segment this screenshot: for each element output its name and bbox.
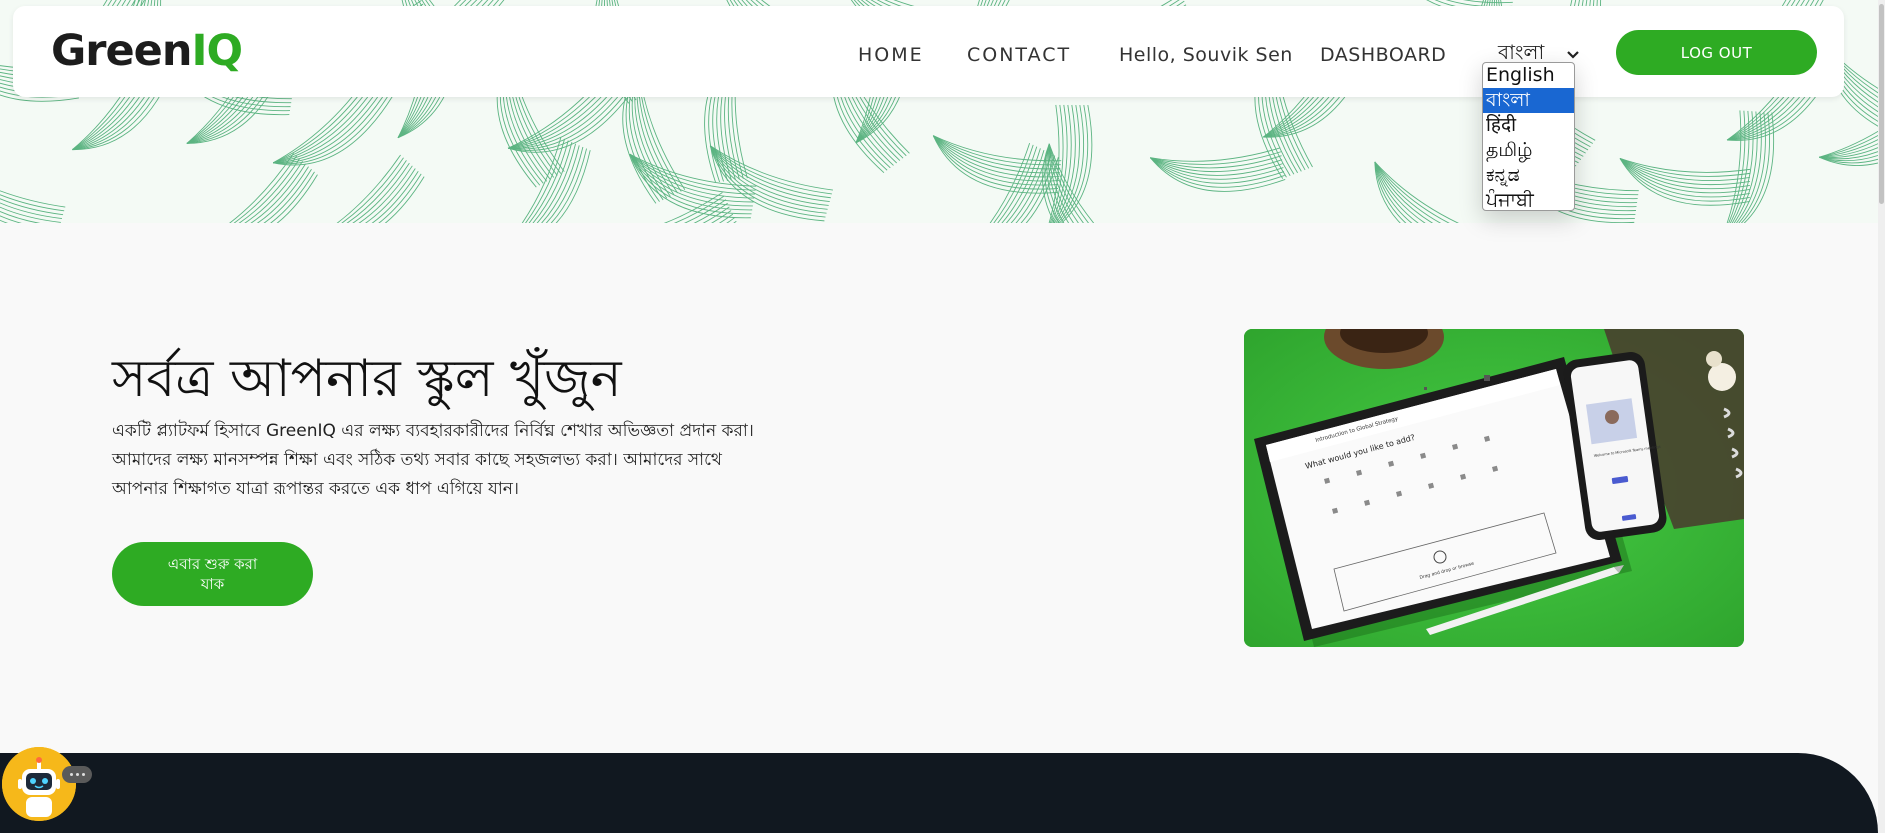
- nav-contact-link[interactable]: CONTACT: [967, 44, 1071, 66]
- logo[interactable]: GreenIQ: [51, 26, 243, 76]
- tablet-illustration: Introduction to Global Strategy What wou…: [1244, 329, 1744, 647]
- chatbot-button[interactable]: [2, 747, 76, 821]
- logo-main: Green: [51, 26, 192, 76]
- more-icon[interactable]: [62, 766, 92, 783]
- language-option-english[interactable]: English: [1483, 63, 1574, 88]
- chevron-down-icon: [1567, 45, 1579, 64]
- footer: [0, 753, 1878, 833]
- nav-dashboard-link[interactable]: DASHBOARD: [1320, 44, 1446, 66]
- hero-title: সর্বত্র আপনার স্কুল খুঁজুন: [112, 349, 622, 409]
- get-started-button[interactable]: এবার শুরু করা যাক: [112, 542, 313, 606]
- scrollbar-thumb[interactable]: [1879, 4, 1884, 204]
- logout-button[interactable]: LOG OUT: [1616, 30, 1817, 75]
- language-option-punjabi[interactable]: ਪੰਜਾਬੀ: [1483, 188, 1574, 213]
- language-option-kannada[interactable]: ಕನ್ನಡ: [1483, 163, 1574, 188]
- hero-description: একটি প্ল্যাটফর্ম হিসাবে GreenIQ এর লক্ষ্…: [112, 421, 754, 499]
- hero-image: Introduction to Global Strategy What wou…: [1244, 329, 1744, 647]
- robot-icon: [2, 747, 76, 821]
- language-option-tamil[interactable]: தமிழ்: [1483, 138, 1574, 163]
- nav-home-link[interactable]: HOME: [858, 44, 924, 66]
- language-option-hindi[interactable]: हिंदी: [1483, 113, 1574, 138]
- language-option-bengali[interactable]: বাংলা: [1483, 88, 1574, 113]
- language-dropdown: English বাংলা हिंदी தமிழ் ಕನ್ನಡ ਪੰਜਾਬੀ: [1482, 62, 1575, 211]
- logo-accent: IQ: [191, 26, 243, 76]
- scrollbar[interactable]: [1878, 0, 1885, 833]
- user-greeting: Hello, Souvik Sen: [1119, 44, 1293, 66]
